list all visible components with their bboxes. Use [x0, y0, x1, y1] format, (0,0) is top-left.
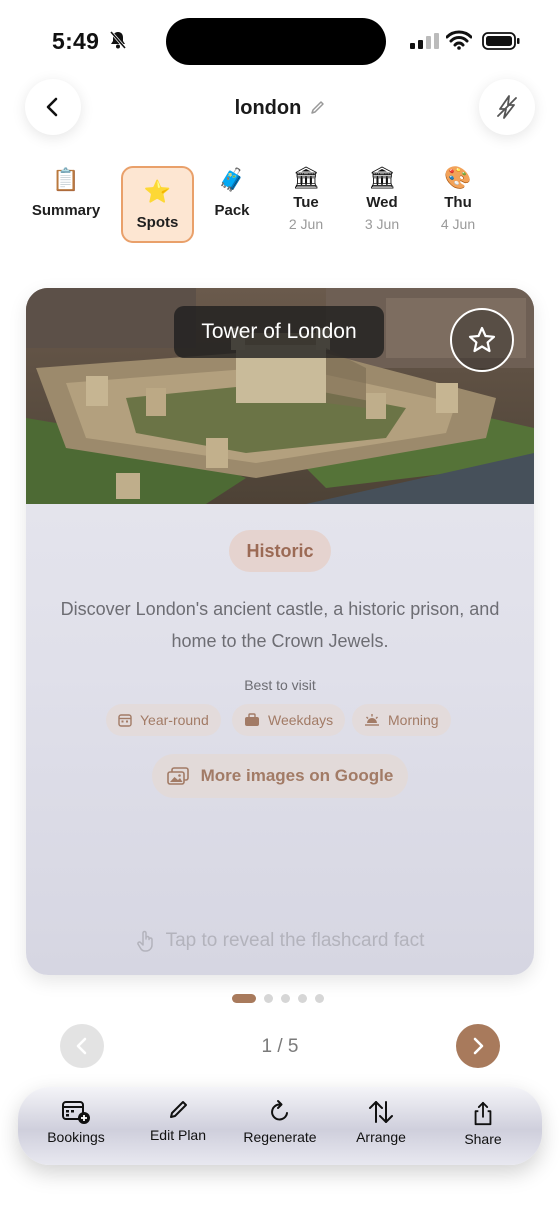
pencil-icon [311, 101, 325, 114]
bell-muted-icon [109, 31, 127, 49]
chip-label: Morning [388, 712, 439, 728]
toolbar-label: Bookings [47, 1129, 105, 1145]
tab-date: 3 Jun [364, 216, 400, 232]
dynamic-island [166, 18, 386, 65]
tab-day-tue[interactable]: 🏛 Tue 2 Jun [276, 164, 336, 242]
page-indicator [232, 994, 324, 1003]
briefcase-icon [245, 713, 259, 726]
calendar-add-icon [62, 1101, 90, 1124]
chevron-left-icon [46, 97, 58, 117]
more-images-button[interactable]: More images on Google [152, 754, 408, 798]
photos-icon [166, 767, 189, 785]
tab-date: 4 Jun [440, 216, 476, 232]
edit-plan-button[interactable]: Edit Plan [130, 1097, 226, 1155]
previous-button[interactable] [60, 1024, 104, 1068]
toolbar-label: Share [464, 1131, 502, 1147]
tab-label: Wed [366, 194, 398, 211]
more-images-label: More images on Google [200, 766, 394, 785]
flashcard-hint-label: Tap to reveal the flashcard fact [165, 930, 425, 951]
page-dot [315, 994, 324, 1003]
tab-label: Pack [214, 202, 250, 219]
tap-hand-icon [136, 930, 153, 952]
spot-title: Tower of London [201, 320, 357, 343]
tab-label: Tue [293, 194, 319, 211]
tab-spots[interactable]: ⭐ Spots [121, 166, 194, 243]
toolbar-label: Regenerate [243, 1129, 317, 1145]
calendar-icon [118, 714, 132, 727]
battery-icon [482, 32, 520, 50]
favorite-button[interactable] [450, 308, 514, 372]
page-dot [298, 994, 307, 1003]
back-button[interactable] [25, 79, 81, 135]
chip-season: Year-round [106, 704, 221, 736]
refresh-icon [271, 1100, 288, 1121]
tab-day-thu[interactable]: 🎨 Thu 4 Jun [428, 164, 488, 242]
palette-icon: 🎨 [444, 165, 472, 190]
page-counter: 1 / 5 [261, 1036, 299, 1057]
toolbar-label: Edit Plan [149, 1127, 207, 1143]
chip-days: Weekdays [232, 704, 346, 736]
category-badge: Historic [229, 530, 331, 572]
trip-title-editor[interactable]: london [180, 94, 380, 122]
spot-description: Discover London's ancient castle, a hist… [60, 599, 500, 651]
tab-day-wed[interactable]: 🏛 Wed 3 Jun [351, 164, 413, 242]
share-button[interactable]: Share [435, 1101, 531, 1159]
clipboard-icon: 📋 [52, 167, 80, 192]
spot-card[interactable]: Tower of London Historic Discover London… [26, 288, 534, 975]
chevron-left-icon [76, 1037, 87, 1055]
tab-label: Thu [444, 194, 472, 211]
star-icon: ⭐ [143, 179, 172, 204]
cellular-signal-icon [410, 33, 439, 49]
page-dot [281, 994, 290, 1003]
sunrise-icon [365, 714, 379, 726]
arrange-button[interactable]: Arrange [333, 1099, 429, 1157]
flash-off-icon [497, 95, 517, 119]
regenerate-button[interactable]: Regenerate [232, 1099, 328, 1157]
chip-label: Weekdays [268, 712, 334, 728]
page-title: london [234, 96, 302, 119]
flash-toggle-button[interactable] [479, 79, 535, 135]
chip-time: Morning [352, 704, 451, 736]
share-icon [474, 1101, 492, 1126]
best-to-visit-label: Best to visit [244, 677, 316, 693]
pencil-icon [170, 1101, 187, 1118]
flashcard-hint[interactable]: Tap to reveal the flashcard fact [26, 930, 534, 952]
wifi-icon [446, 30, 472, 50]
bottom-toolbar: Bookings Edit Plan Regenerate Arrange Sh… [18, 1087, 542, 1165]
page-dot [264, 994, 273, 1003]
next-button[interactable] [456, 1024, 500, 1068]
page-dot-active [232, 994, 256, 1003]
bookings-button[interactable]: Bookings [28, 1099, 124, 1157]
tab-label: Spots [136, 214, 179, 231]
status-time: 5:49 [52, 28, 100, 54]
star-outline-icon [468, 326, 496, 353]
museum-icon: 🏛 [368, 165, 396, 190]
suitcase-icon: 🧳 [218, 167, 246, 192]
tab-summary[interactable]: 📋 Summary [28, 166, 104, 244]
tab-label: Summary [31, 202, 101, 219]
status-bar: 5:49 [0, 0, 560, 80]
tab-pack[interactable]: 🧳 Pack [204, 166, 260, 244]
sort-arrows-icon [369, 1101, 393, 1123]
museum-icon: 🏛 [292, 165, 320, 190]
chip-label: Year-round [140, 712, 209, 728]
toolbar-label: Arrange [356, 1129, 406, 1145]
tab-date: 2 Jun [288, 216, 324, 232]
chevron-right-icon [473, 1037, 484, 1055]
